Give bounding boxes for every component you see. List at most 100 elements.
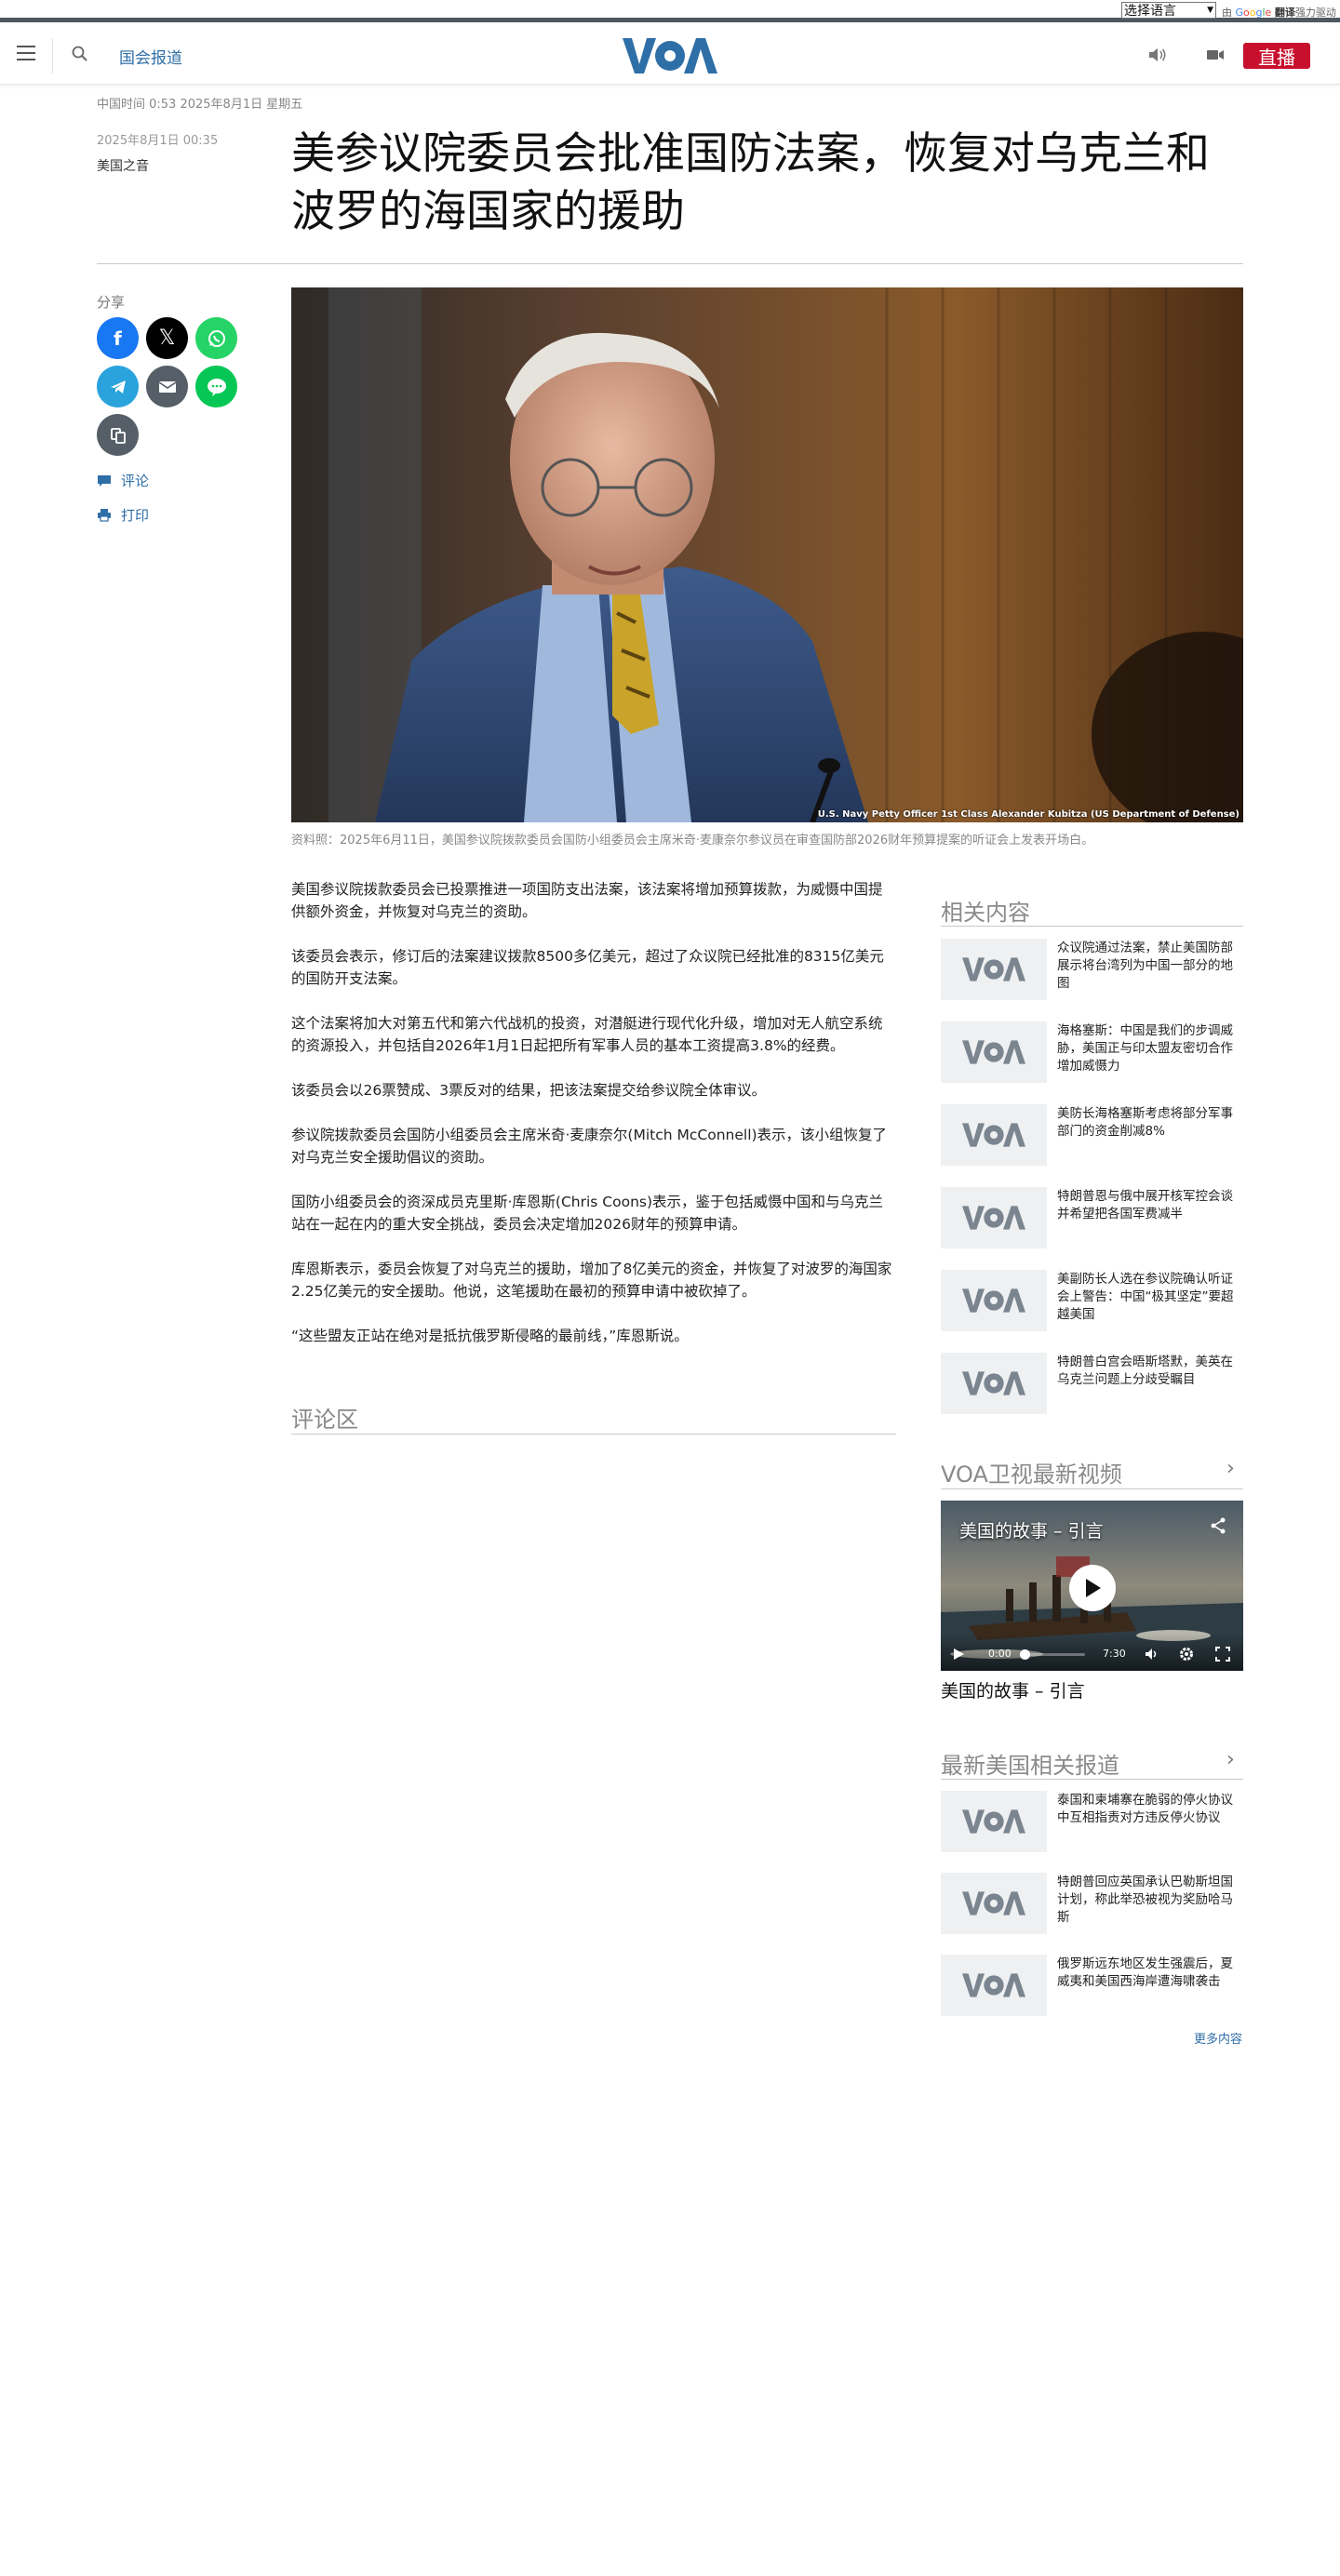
language-select[interactable]: 选择语言 ▼: [1121, 2, 1216, 19]
related-item-title: 特朗普白宫会晤斯塔默，美英在乌克兰问题上分歧受瞩目: [1057, 1355, 1233, 1387]
thumbnail-placeholder: [941, 939, 1047, 1000]
comments-heading: 评论区: [291, 1407, 358, 1433]
article-paragraph: 美国参议院拨款委员会已投票推进一项国防支出法案，该法案将增加预算拨款，为威慑中国…: [291, 881, 883, 920]
related-item-title: 众议院通过法案，禁止美国防部展示将台湾列为中国一部分的地图: [1057, 941, 1233, 991]
comments-divider: [291, 1434, 896, 1435]
title-divider: [97, 263, 1243, 264]
video-divider: [941, 1488, 1243, 1489]
chevron-down-icon: ▼: [1207, 6, 1213, 15]
article-paragraph: 该委员会以26票赞成、3票反对的结果，把该法案提交给参议院全体审议。: [291, 1082, 767, 1099]
related-item[interactable]: 特朗普白宫会晤斯塔默，美英在乌克兰问题上分歧受瞩目: [941, 1353, 1243, 1416]
related-item-title: 美防长海格塞斯考虑将部分军事部门的资金削减8%: [1057, 1106, 1233, 1139]
voa-logo-icon: [962, 957, 1025, 981]
article-title: 美参议院委员会批准国防法案，恢复对乌克兰和波罗的海国家的援助: [291, 128, 1210, 237]
published-date: 2025年8月1日 00:35: [97, 134, 219, 148]
x-share-button[interactable]: 𝕏: [146, 317, 188, 359]
article-paragraph: 该委员会表示，修订后的法案建议拨款8500多亿美元，超过了众议院已经批准的831…: [291, 948, 884, 987]
thumbnail-placeholder: [941, 1104, 1047, 1166]
video-section-heading[interactable]: VOA卫视最新视频: [941, 1456, 1122, 1488]
copy-link-button[interactable]: [97, 414, 139, 456]
latest-item[interactable]: 泰国和柬埔寨在脆弱的停火协议中互相指责对方违反停火协议: [941, 1791, 1243, 1854]
article-body: 美国参议院拨款委员会已投票推进一项国防支出法案，该法案将增加预算拨款，为威慑中国…: [291, 878, 896, 1369]
video-controls: [941, 1634, 1243, 1671]
article-paragraph: “这些盟友正站在绝对是抵抗俄罗斯侵略的最前线，”库恩斯说。: [291, 1328, 689, 1344]
comment-icon: [98, 474, 111, 487]
print-label: 打印: [121, 507, 150, 524]
related-item-title: 海格塞斯：中国是我们的步调威胁，美国正与印太盟友密切合作增加威慑力: [1057, 1023, 1233, 1074]
related-item-title: 美副防长人选在参议院确认听证会上警告：中国“极其坚定”要超越美国: [1057, 1272, 1234, 1322]
play-button[interactable]: [1069, 1565, 1116, 1611]
article-paragraph: 参议院拨款委员会国防小组委员会主席米奇·麦康奈尔(Mitch McConnell…: [291, 1127, 888, 1166]
related-item[interactable]: 众议院通过法案，禁止美国防部展示将台湾列为中国一部分的地图: [941, 939, 1243, 1002]
line-share-button[interactable]: [195, 366, 237, 407]
menu-icon[interactable]: [17, 46, 35, 60]
thumbnail-placeholder: [941, 1187, 1047, 1248]
voa-logo-icon: [962, 1288, 1025, 1313]
share-icon[interactable]: [1210, 1517, 1226, 1534]
telegram-icon: [110, 380, 126, 394]
latest-heading[interactable]: 最新美国相关报道: [941, 1747, 1119, 1780]
related-heading: 相关内容: [941, 900, 1030, 926]
thumbnail-placeholder: [941, 1955, 1047, 2016]
fullscreen-icon[interactable]: [1215, 1647, 1230, 1662]
settings-icon[interactable]: [1179, 1647, 1194, 1662]
chevron-right-icon[interactable]: ›: [1226, 1748, 1235, 1771]
hero-image: U.S. Navy Petty Officer 1st Class Alexan…: [291, 287, 1243, 822]
image-caption: 资料照：2025年6月11日，美国参议院拨款委员会国防小组委员会主席米奇·麦康奈…: [291, 834, 1094, 848]
image-credit: U.S. Navy Petty Officer 1st Class Alexan…: [817, 809, 1240, 820]
related-item[interactable]: 美副防长人选在参议院确认听证会上警告：中国“极其坚定”要超越美国: [941, 1270, 1243, 1333]
latest-item-title: 特朗普回应英国承认巴勒斯坦国计划，称此举恐被视为奖励哈马斯: [1057, 1875, 1233, 1925]
related-item[interactable]: 特朗普恩与俄中展开核军控会谈并希望把各国军费减半: [941, 1187, 1243, 1250]
voa-logo-icon: [962, 1891, 1025, 1915]
site-header: 国会报道 直播: [0, 27, 1340, 85]
copy-icon: [110, 427, 126, 444]
related-divider: [941, 926, 1243, 927]
dateline: 中国时间 0:53 2025年8月1日 星期五: [97, 98, 303, 112]
related-item[interactable]: 海格塞斯：中国是我们的步调威胁，美国正与印太盟友密切合作增加威慑力: [941, 1021, 1243, 1085]
video-progress-knob[interactable]: [1020, 1649, 1030, 1660]
thumbnail-placeholder: [941, 1873, 1047, 1934]
author: 美国之音: [97, 159, 149, 174]
video-icon[interactable]: [1206, 47, 1225, 62]
email-share-button[interactable]: [146, 366, 188, 407]
more-content-link[interactable]: 更多内容: [1194, 2029, 1242, 2047]
hero-photo-illustration: [291, 287, 1243, 822]
voa-logo-icon: [962, 1123, 1025, 1147]
line-icon: [207, 378, 226, 396]
latest-divider: [941, 1779, 1243, 1780]
related-item-title: 特朗普恩与俄中展开核军控会谈并希望把各国军费减半: [1057, 1189, 1233, 1221]
section-link[interactable]: 国会报道: [119, 45, 182, 68]
translate-bar: 选择语言 ▼ 由 Google 翻译强力驱动: [0, 0, 1340, 22]
volume-icon[interactable]: [1145, 1647, 1159, 1662]
header-divider: [52, 38, 53, 73]
share-label: 分享: [97, 294, 126, 311]
video-player[interactable]: 美国的故事 – 引言 0:00 7:30: [941, 1501, 1243, 1671]
latest-item-title: 泰国和柬埔寨在脆弱的停火协议中互相指责对方违反停火协议: [1057, 1793, 1233, 1825]
facebook-icon: f: [114, 327, 122, 350]
google-translate-credit[interactable]: 由 Google 翻译强力驱动: [1222, 5, 1336, 20]
play-icon: [1086, 1579, 1101, 1597]
voa-logo-icon: [962, 1973, 1025, 1997]
live-button[interactable]: 直播: [1243, 43, 1310, 69]
search-icon[interactable]: [71, 45, 89, 63]
related-item[interactable]: 美防长海格塞斯考虑将部分军事部门的资金削减8%: [941, 1104, 1243, 1168]
play-small-icon[interactable]: [952, 1648, 965, 1661]
comment-link[interactable]: 评论: [97, 471, 149, 490]
chevron-right-icon[interactable]: ›: [1226, 1457, 1235, 1480]
voa-logo-icon: [962, 1371, 1025, 1395]
latest-item[interactable]: 俄罗斯远东地区发生强震后，夏威夷和美国西海岸遭海啸袭击: [941, 1955, 1243, 2018]
thumbnail-placeholder: [941, 1021, 1047, 1083]
telegram-share-button[interactable]: [97, 366, 139, 407]
voa-logo-icon: [962, 1809, 1025, 1834]
whatsapp-share-button[interactable]: [195, 317, 237, 359]
x-icon: 𝕏: [158, 327, 176, 350]
video-progress-track[interactable]: [1020, 1649, 1085, 1660]
audio-icon[interactable]: [1147, 46, 1168, 64]
latest-item[interactable]: 特朗普回应英国承认巴勒斯坦国计划，称此举恐被视为奖励哈马斯: [941, 1873, 1243, 1936]
print-link[interactable]: 打印: [97, 505, 149, 525]
video-time-current: 0:00: [988, 1648, 1012, 1660]
thumbnail-placeholder: [941, 1353, 1047, 1414]
voa-logo[interactable]: [623, 36, 717, 75]
facebook-share-button[interactable]: f: [97, 317, 139, 359]
video-title-link[interactable]: 美国的故事 – 引言: [941, 1677, 1085, 1702]
